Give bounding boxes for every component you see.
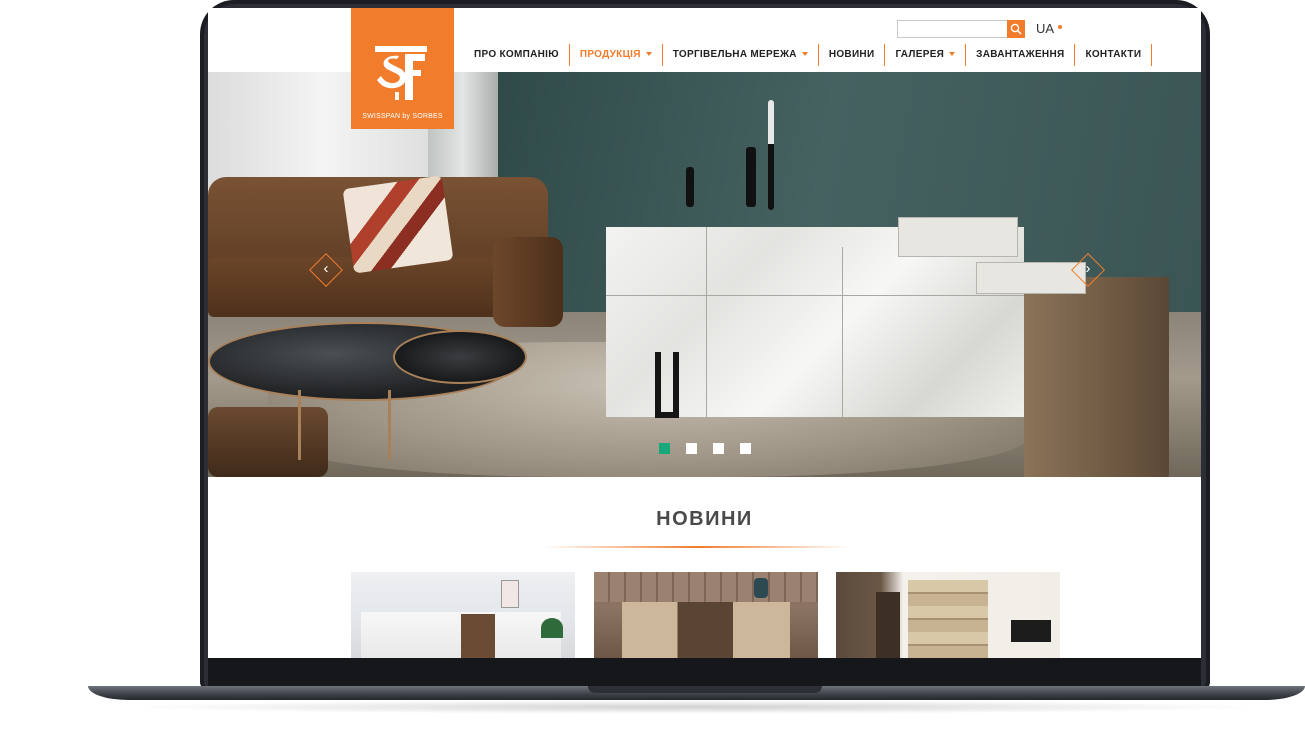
laptop-lip xyxy=(588,686,822,693)
table-leg xyxy=(298,390,301,460)
section-divider xyxy=(544,546,851,548)
candlestick xyxy=(768,100,774,210)
logo-caption: SWISSPAN by SORBES xyxy=(362,113,443,120)
card-image-plant xyxy=(541,618,563,638)
drawer-divider xyxy=(842,247,843,417)
slider-dot-1[interactable] xyxy=(659,443,670,454)
nav-item-products[interactable]: ПРОДУКЦІЯ xyxy=(570,44,663,66)
slider-dot-3[interactable] xyxy=(713,443,724,454)
chevron-right-icon: › xyxy=(1085,260,1091,277)
nav-label: ГАЛЕРЕЯ xyxy=(895,49,945,60)
language-dropdown-icon[interactable] xyxy=(1058,25,1062,29)
ottoman xyxy=(208,407,328,477)
hero-slider: ‹ › xyxy=(208,72,1201,477)
nav-label: КОНТАКТИ xyxy=(1085,49,1142,60)
nav-item-contacts[interactable]: КОНТАКТИ xyxy=(1075,44,1153,66)
chevron-down-icon xyxy=(801,52,808,57)
candlestick xyxy=(686,167,694,207)
chevron-down-icon xyxy=(645,52,652,57)
nav-label: НОВИНИ xyxy=(828,49,875,60)
nav-item-downloads[interactable]: ЗАВАНТАЖЕННЯ xyxy=(966,44,1076,66)
language-selector[interactable]: UA xyxy=(1036,21,1054,36)
slider-dot-4[interactable] xyxy=(740,443,751,454)
chevron-down-icon xyxy=(949,52,956,57)
browser-screen: UA ПРО КОМПАНІЮ ПРОДУКЦІЯ ТОРГІВЕЛЬНА МЕ… xyxy=(208,8,1201,658)
sideboard-leg xyxy=(655,352,679,418)
search-button[interactable] xyxy=(1007,20,1025,38)
news-card-2[interactable] xyxy=(594,572,818,658)
card-image-brick xyxy=(594,572,818,602)
nav-item-gallery[interactable]: ГАЛЕРЕЯ xyxy=(885,44,967,66)
laptop-shadow xyxy=(120,700,1270,714)
nav-label: ЗАВАНТАЖЕННЯ xyxy=(976,49,1065,60)
brand-logo[interactable]: SWISSPAN by SORBES xyxy=(351,8,454,129)
card-image-shelf xyxy=(876,592,900,658)
slider-dots xyxy=(659,443,751,454)
books xyxy=(976,262,1086,294)
drawer-divider xyxy=(606,295,1024,296)
slider-dot-2[interactable] xyxy=(686,443,697,454)
nav-label: ПРОДУКЦІЯ xyxy=(579,49,641,60)
table-leg xyxy=(388,390,391,460)
nav-label: ПРО КОМПАНІЮ xyxy=(474,49,559,60)
card-image-frame xyxy=(501,580,519,608)
books xyxy=(898,217,1018,257)
main-nav: ПРО КОМПАНІЮ ПРОДУКЦІЯ ТОРГІВЕЛЬНА МЕРЕЖ… xyxy=(464,44,1153,66)
nav-item-news[interactable]: НОВИНИ xyxy=(819,44,886,66)
screen-bottom-bezel xyxy=(208,658,1201,686)
candlestick xyxy=(746,147,756,207)
coffee-table-small xyxy=(393,330,527,384)
card-image-shelf xyxy=(461,614,495,658)
sideboard-side xyxy=(1024,277,1169,477)
drawer-divider xyxy=(706,227,707,417)
card-image-wood-panel xyxy=(908,580,988,658)
sf-logo-icon xyxy=(375,46,427,100)
news-card-1[interactable] xyxy=(351,572,575,658)
card-image-vase xyxy=(754,578,768,598)
nav-item-about[interactable]: ПРО КОМПАНІЮ xyxy=(464,44,570,66)
sofa-arm xyxy=(493,237,563,327)
search-input[interactable] xyxy=(897,20,1009,38)
nav-label: ТОРГІВЕЛЬНА МЕРЕЖА xyxy=(672,49,797,60)
search-icon xyxy=(1010,23,1022,35)
card-image-tv xyxy=(1011,620,1051,642)
card-image-cabinet xyxy=(622,602,790,658)
pillow xyxy=(342,175,454,274)
nav-item-retail-network[interactable]: ТОРГІВЕЛЬНА МЕРЕЖА xyxy=(663,44,819,66)
section-title: НОВИНИ xyxy=(656,508,753,530)
news-card-3[interactable] xyxy=(836,572,1060,658)
chevron-left-icon: ‹ xyxy=(323,260,329,277)
